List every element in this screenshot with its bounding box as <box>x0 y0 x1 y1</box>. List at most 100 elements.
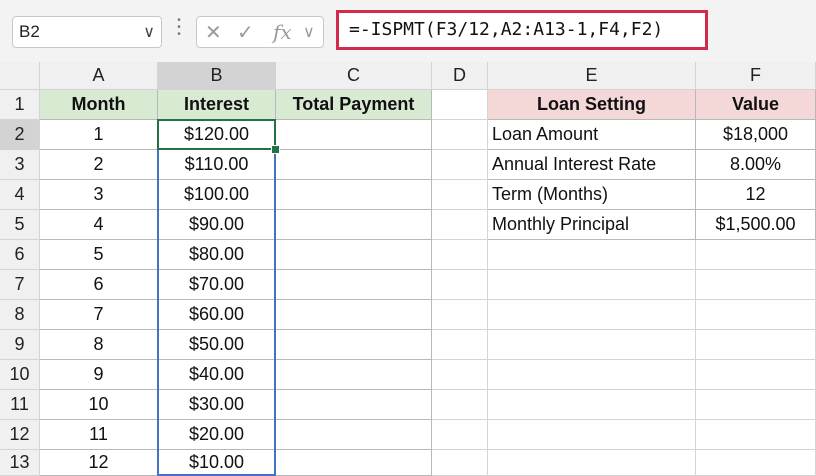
row-header-7[interactable]: 7 <box>0 270 40 300</box>
row-header-13[interactable]: 13 <box>0 450 40 476</box>
row-header-9[interactable]: 9 <box>0 330 40 360</box>
cell-A8[interactable]: 7 <box>40 300 158 330</box>
cell-D2[interactable] <box>432 120 488 150</box>
cell-F1[interactable]: Value <box>696 90 816 120</box>
cell-D5[interactable] <box>432 210 488 240</box>
column-header-E[interactable]: E <box>488 62 696 90</box>
cell-B9[interactable]: $50.00 <box>158 330 276 360</box>
chevron-down-icon[interactable]: ∨ <box>143 22 155 42</box>
cell-A5[interactable]: 4 <box>40 210 158 240</box>
cell-E12[interactable] <box>488 420 696 450</box>
column-header-C[interactable]: C <box>276 62 432 90</box>
cell-B5[interactable]: $90.00 <box>158 210 276 240</box>
cell-C10[interactable] <box>276 360 432 390</box>
column-header-F[interactable]: F <box>696 62 816 90</box>
cell-A2[interactable]: 1 <box>40 120 158 150</box>
fill-handle[interactable] <box>271 145 280 154</box>
cell-F5[interactable]: $1,500.00 <box>696 210 816 240</box>
cell-F8[interactable] <box>696 300 816 330</box>
row-header-10[interactable]: 10 <box>0 360 40 390</box>
cell-D6[interactable] <box>432 240 488 270</box>
row-header-8[interactable]: 8 <box>0 300 40 330</box>
insert-function-icon[interactable]: fx <box>273 20 292 44</box>
cell-A7[interactable]: 6 <box>40 270 158 300</box>
cell-B2[interactable]: $120.00 <box>158 120 276 150</box>
cell-E9[interactable] <box>488 330 696 360</box>
row-header-2[interactable]: 2 <box>0 120 40 150</box>
cell-D8[interactable] <box>432 300 488 330</box>
cell-A4[interactable]: 3 <box>40 180 158 210</box>
cell-D11[interactable] <box>432 390 488 420</box>
cell-F4[interactable]: 12 <box>696 180 816 210</box>
name-box[interactable]: B2 ∨ <box>12 16 162 48</box>
cell-E8[interactable] <box>488 300 696 330</box>
cell-E4[interactable]: Term (Months) <box>488 180 696 210</box>
cell-A9[interactable]: 8 <box>40 330 158 360</box>
cell-D10[interactable] <box>432 360 488 390</box>
cell-D13[interactable] <box>432 450 488 476</box>
cell-C12[interactable] <box>276 420 432 450</box>
chevron-down-icon[interactable]: ∨ <box>303 22 315 42</box>
cell-C6[interactable] <box>276 240 432 270</box>
cell-F10[interactable] <box>696 360 816 390</box>
cell-B11[interactable]: $30.00 <box>158 390 276 420</box>
cell-A3[interactable]: 2 <box>40 150 158 180</box>
confirm-icon[interactable]: ✓ <box>237 20 254 45</box>
row-header-1[interactable]: 1 <box>0 90 40 120</box>
cell-D4[interactable] <box>432 180 488 210</box>
cell-B7[interactable]: $70.00 <box>158 270 276 300</box>
cell-D12[interactable] <box>432 420 488 450</box>
cell-C7[interactable] <box>276 270 432 300</box>
cell-E1[interactable]: Loan Setting <box>488 90 696 120</box>
cell-A12[interactable]: 11 <box>40 420 158 450</box>
select-all-corner[interactable] <box>0 62 40 90</box>
cell-C5[interactable] <box>276 210 432 240</box>
cell-C2[interactable] <box>276 120 432 150</box>
cancel-icon[interactable]: ✕ <box>205 20 222 45</box>
cell-C13[interactable] <box>276 450 432 476</box>
cell-B13[interactable]: $10.00 <box>158 450 276 476</box>
cell-E2[interactable]: Loan Amount <box>488 120 696 150</box>
cell-E11[interactable] <box>488 390 696 420</box>
cell-C11[interactable] <box>276 390 432 420</box>
column-header-A[interactable]: A <box>40 62 158 90</box>
cell-F6[interactable] <box>696 240 816 270</box>
cell-F13[interactable] <box>696 450 816 476</box>
cell-B4[interactable]: $100.00 <box>158 180 276 210</box>
cell-C4[interactable] <box>276 180 432 210</box>
row-header-6[interactable]: 6 <box>0 240 40 270</box>
cell-E7[interactable] <box>488 270 696 300</box>
cell-A10[interactable]: 9 <box>40 360 158 390</box>
column-header-D[interactable]: D <box>432 62 488 90</box>
cell-E6[interactable] <box>488 240 696 270</box>
row-header-4[interactable]: 4 <box>0 180 40 210</box>
cell-A13[interactable]: 12 <box>40 450 158 476</box>
cell-D3[interactable] <box>432 150 488 180</box>
column-header-B[interactable]: B <box>158 62 276 90</box>
cell-B10[interactable]: $40.00 <box>158 360 276 390</box>
cell-D7[interactable] <box>432 270 488 300</box>
cell-F11[interactable] <box>696 390 816 420</box>
cell-F12[interactable] <box>696 420 816 450</box>
cell-F9[interactable] <box>696 330 816 360</box>
cell-B1[interactable]: Interest <box>158 90 276 120</box>
cell-A1[interactable]: Month <box>40 90 158 120</box>
cell-B12[interactable]: $20.00 <box>158 420 276 450</box>
cell-F3[interactable]: 8.00% <box>696 150 816 180</box>
cell-E5[interactable]: Monthly Principal <box>488 210 696 240</box>
cell-B3[interactable]: $110.00 <box>158 150 276 180</box>
cell-C9[interactable] <box>276 330 432 360</box>
cell-B6[interactable]: $80.00 <box>158 240 276 270</box>
row-header-3[interactable]: 3 <box>0 150 40 180</box>
cell-C3[interactable] <box>276 150 432 180</box>
cell-A6[interactable]: 5 <box>40 240 158 270</box>
cell-D1[interactable] <box>432 90 488 120</box>
cell-C8[interactable] <box>276 300 432 330</box>
row-header-12[interactable]: 12 <box>0 420 40 450</box>
cell-F2[interactable]: $18,000 <box>696 120 816 150</box>
cell-E3[interactable]: Annual Interest Rate <box>488 150 696 180</box>
cell-F7[interactable] <box>696 270 816 300</box>
cell-B8[interactable]: $60.00 <box>158 300 276 330</box>
drag-handle-icon[interactable]: • • • <box>176 16 182 45</box>
cell-E13[interactable] <box>488 450 696 476</box>
